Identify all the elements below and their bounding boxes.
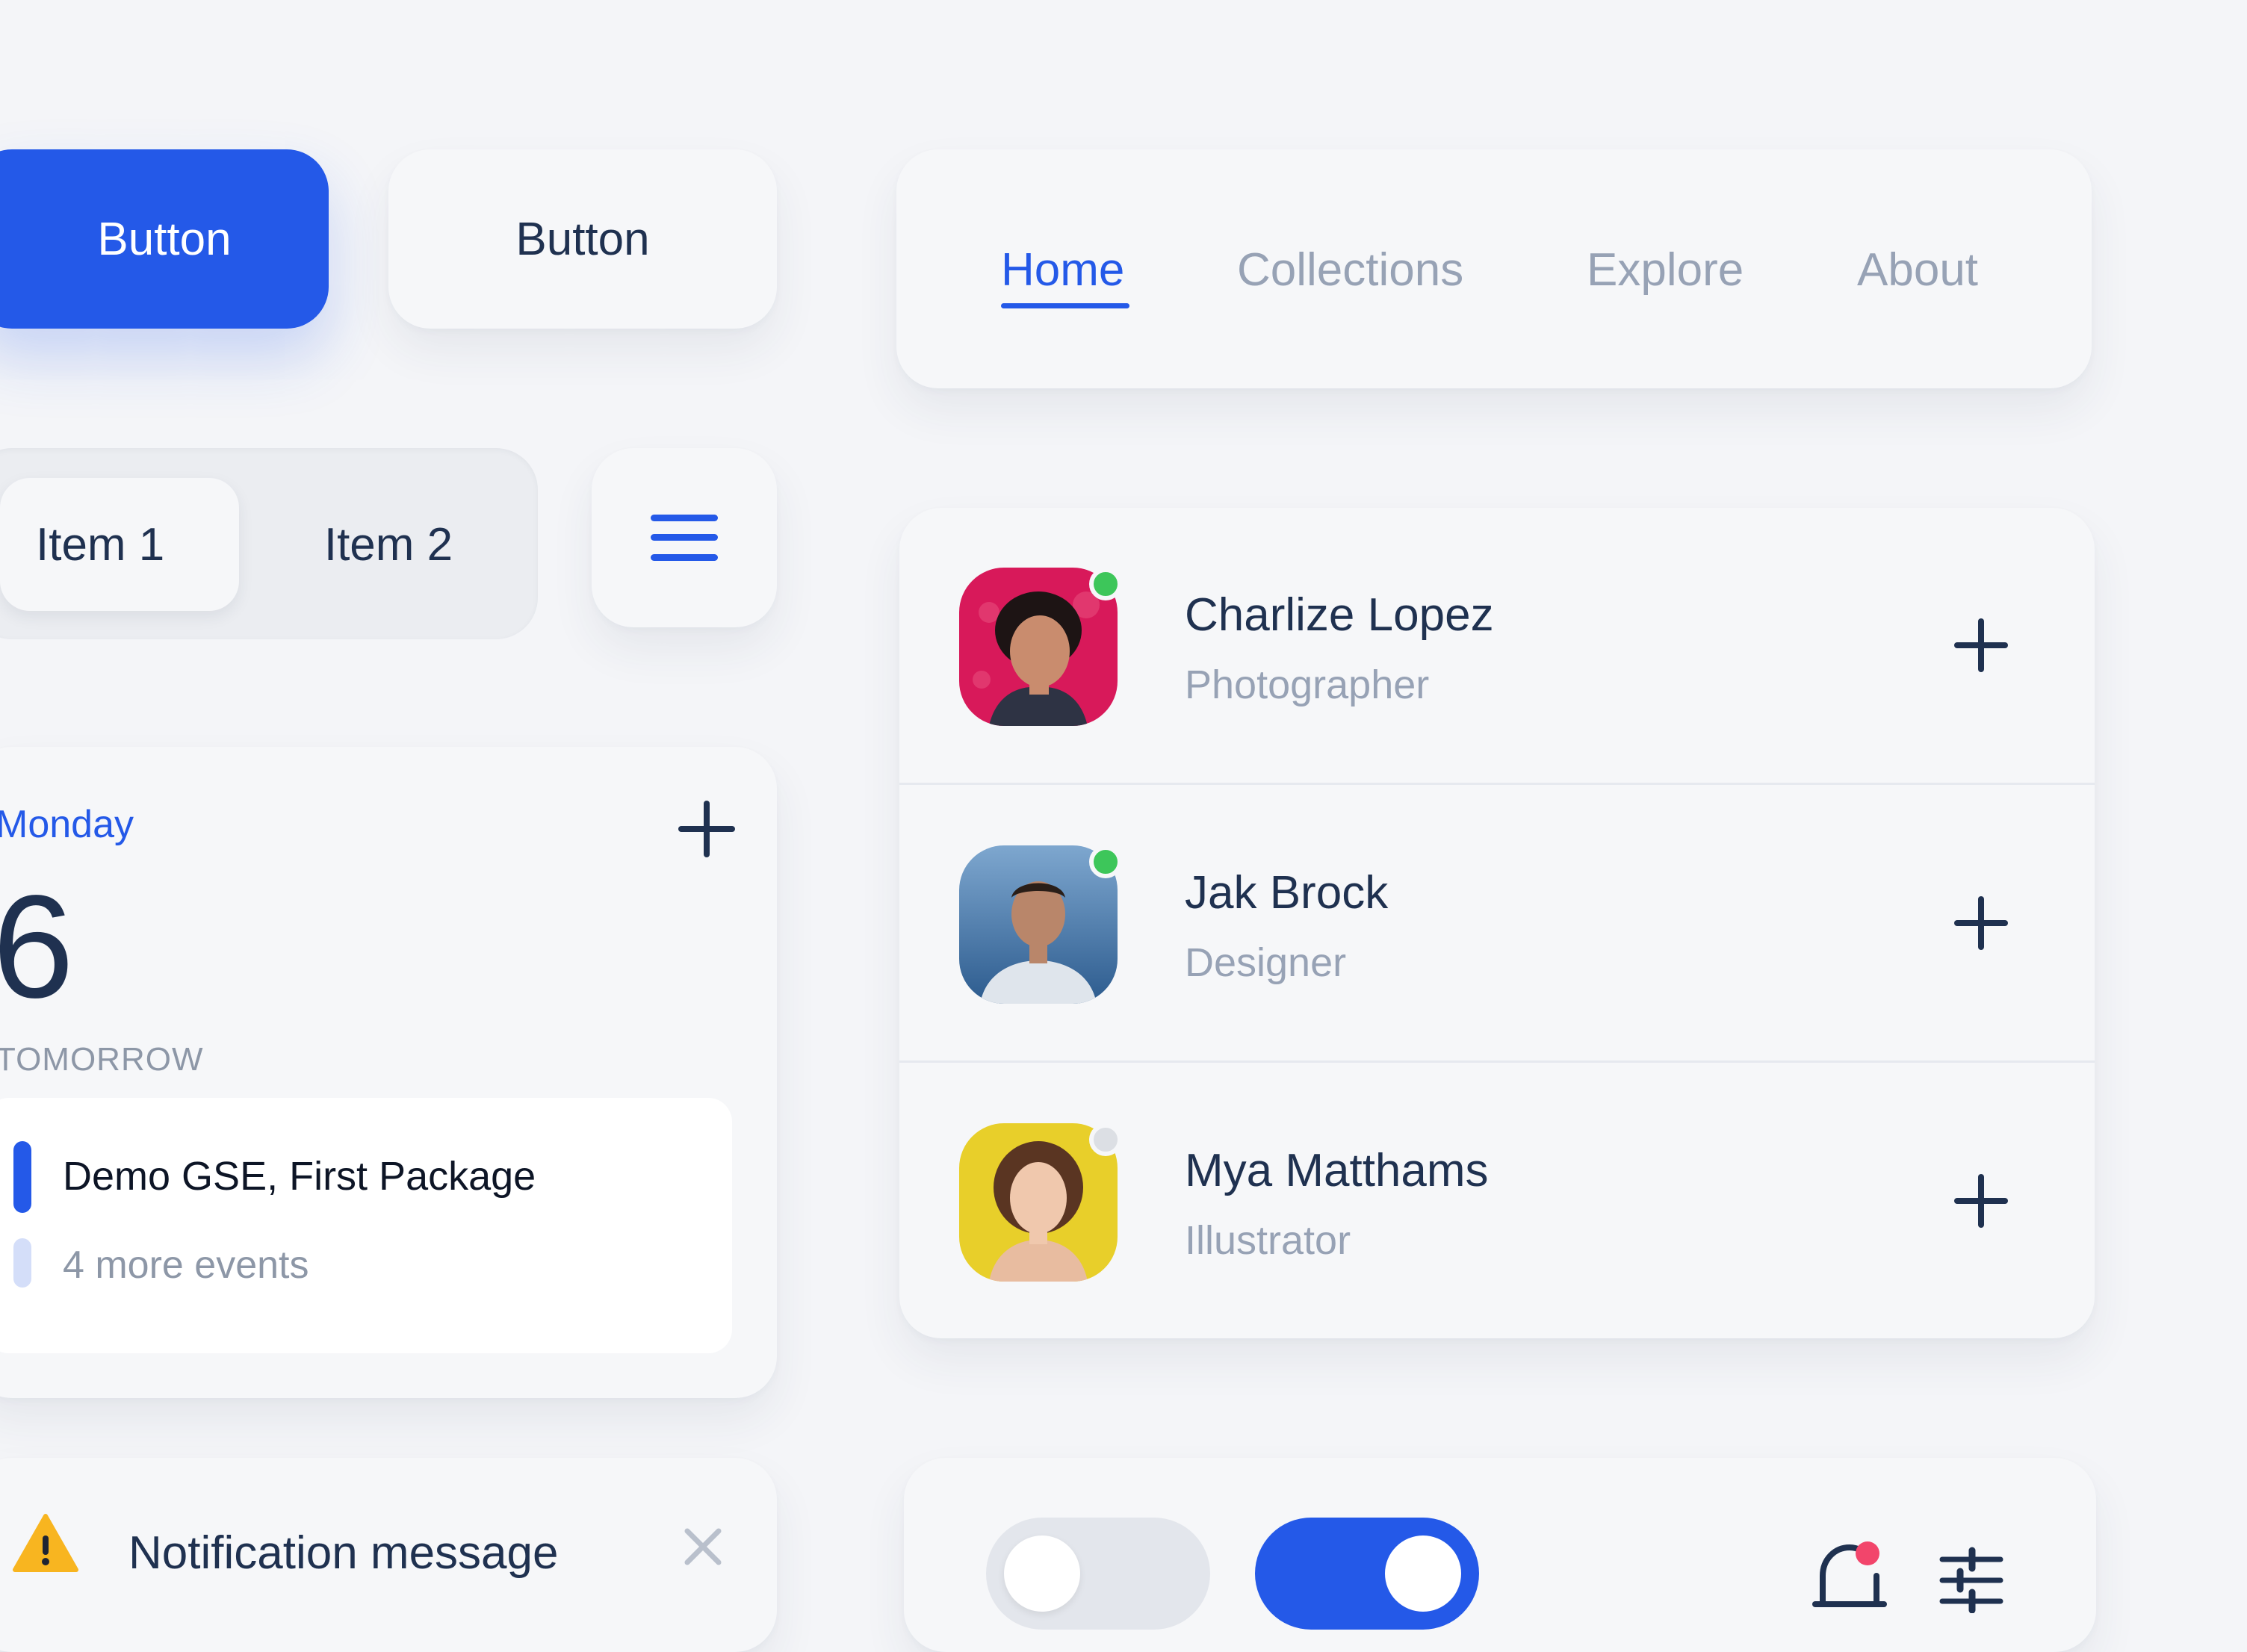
row-divider (899, 1061, 2095, 1063)
calendar-events-panel (0, 1098, 732, 1353)
nav-item-collections[interactable]: Collections (1237, 243, 1463, 296)
contact-name: Mya Matthams (1185, 1145, 1489, 1196)
plus-icon[interactable] (1953, 895, 2009, 951)
nav-active-indicator (1001, 303, 1129, 308)
status-online-indicator (1089, 845, 1122, 878)
toggle-switch-off[interactable] (986, 1518, 1210, 1630)
toggle-knob (1385, 1535, 1461, 1612)
status-online-indicator (1089, 568, 1122, 600)
primary-button[interactable]: Button (0, 149, 329, 329)
status-offline-indicator (1089, 1123, 1122, 1156)
nav-item-home[interactable]: Home (1001, 243, 1124, 296)
warning-icon (13, 1514, 78, 1572)
contact-name: Charlize Lopez (1185, 589, 1494, 641)
nav-item-about[interactable]: About (1857, 243, 1978, 296)
event-indicator (13, 1141, 31, 1213)
sliders-icon[interactable] (1938, 1546, 2005, 1613)
segment-item-1[interactable]: Item 1 (0, 478, 239, 611)
segment-item-2[interactable]: Item 2 (269, 478, 508, 611)
event-indicator-muted (13, 1238, 31, 1288)
more-events-link[interactable]: 4 more events (63, 1243, 309, 1288)
contact-role: Photographer (1185, 662, 1430, 707)
contact-role: Illustrator (1185, 1218, 1351, 1263)
menu-button[interactable] (592, 448, 777, 627)
event-title[interactable]: Demo GSE, First Package (63, 1153, 536, 1199)
calendar-day-number: 6 (0, 865, 75, 1028)
contact-name: Jak Brock (1185, 867, 1389, 919)
secondary-button-label: Button (515, 213, 650, 265)
primary-button-label: Button (97, 213, 232, 265)
plus-icon[interactable] (1953, 617, 2009, 674)
row-divider (899, 783, 2095, 785)
segment-item-2-label: Item 2 (323, 518, 453, 571)
close-icon[interactable] (681, 1525, 725, 1568)
plus-icon[interactable] (675, 798, 738, 860)
toggle-switch-on[interactable] (1255, 1518, 1479, 1630)
plus-icon[interactable] (1953, 1173, 2009, 1229)
calendar-section-label: TOMORROW (0, 1041, 204, 1078)
nav-item-explore[interactable]: Explore (1587, 243, 1744, 296)
segment-item-1-label: Item 1 (36, 518, 165, 571)
secondary-button[interactable]: Button (388, 149, 777, 329)
toggle-knob (1004, 1535, 1080, 1612)
notification-message: Notification message (128, 1527, 559, 1579)
calendar-day-name: Monday (0, 803, 134, 846)
contact-role: Designer (1185, 940, 1347, 985)
hamburger-icon (651, 515, 718, 561)
